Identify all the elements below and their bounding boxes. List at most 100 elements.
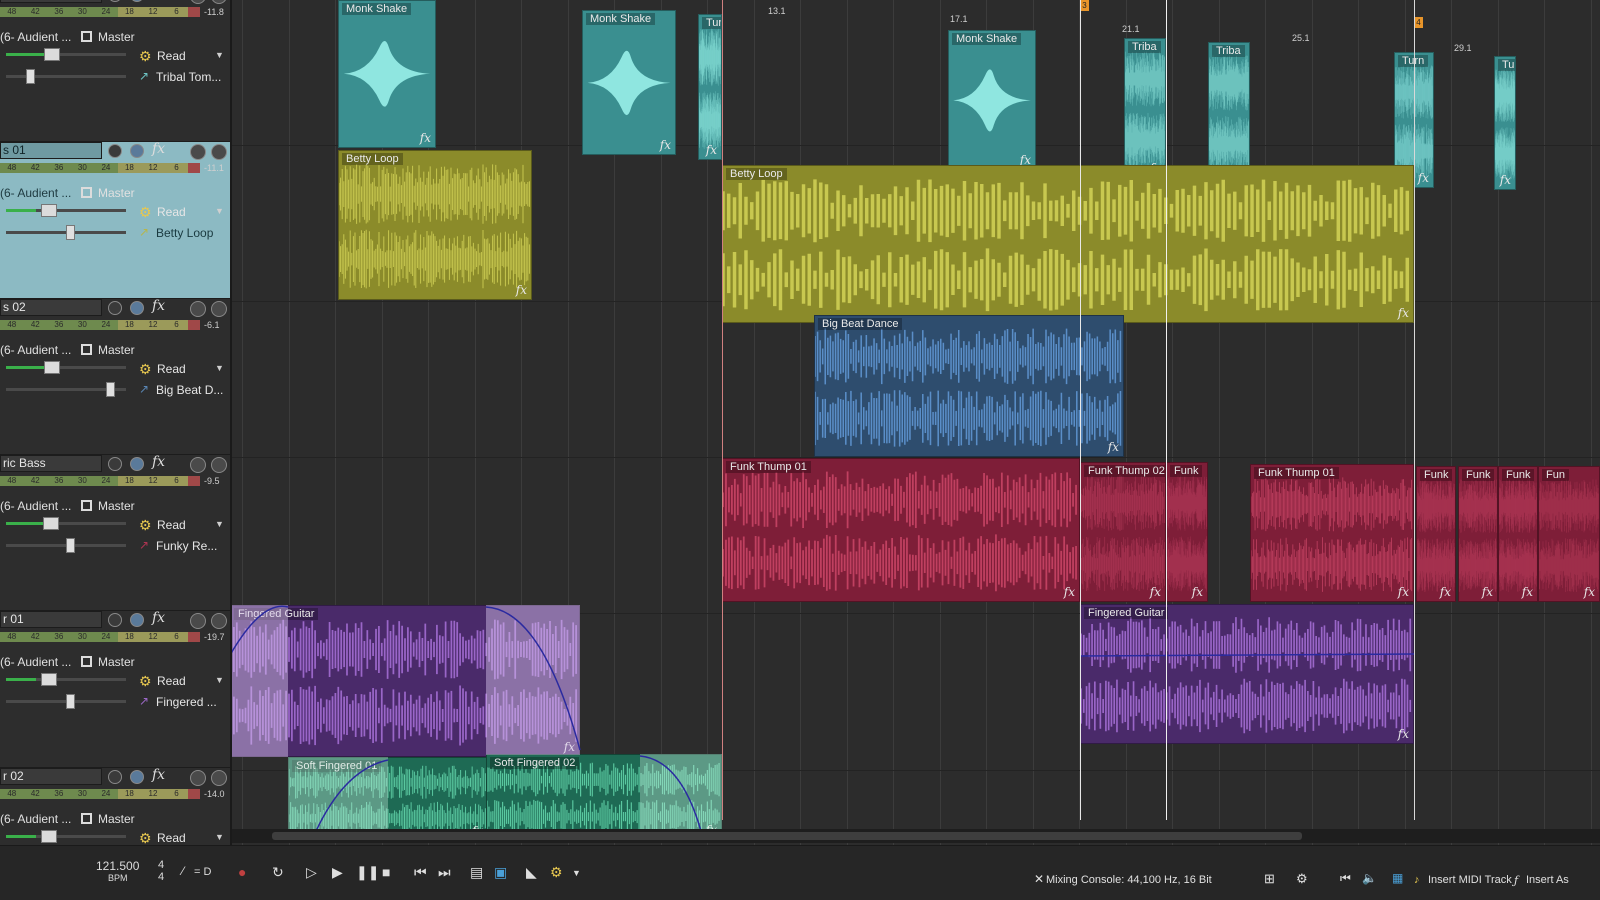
track-fx-icon[interactable]: fx bbox=[152, 141, 165, 157]
mute-icon[interactable] bbox=[108, 457, 122, 471]
audio-event-funk6[interactable]: Funk fx bbox=[1458, 466, 1498, 602]
volume-knob[interactable] bbox=[44, 48, 60, 61]
automation-mode[interactable]: Read bbox=[157, 362, 186, 376]
audio-event-monk3[interactable]: Monk Shake fx bbox=[948, 30, 1036, 170]
chevron-down-icon[interactable]: ▼ bbox=[572, 868, 581, 878]
solo-icon[interactable] bbox=[130, 770, 144, 784]
pan-slider[interactable] bbox=[6, 382, 126, 397]
output-selector[interactable]: Master bbox=[98, 812, 135, 826]
audio-event-guitar2[interactable]: Fingered Guitar fx bbox=[1080, 604, 1414, 744]
event-fx-icon[interactable]: fx bbox=[1398, 727, 1409, 741]
volume-slider[interactable] bbox=[6, 830, 126, 843]
midi-icon[interactable]: ♪ bbox=[1414, 874, 1420, 886]
event-fx-icon[interactable]: fx bbox=[1108, 440, 1119, 454]
envelope-icon[interactable]: ◣ bbox=[526, 864, 537, 881]
input-selector[interactable]: (6- Audient ... bbox=[0, 343, 71, 357]
event-fx-icon[interactable]: fx bbox=[1192, 585, 1203, 599]
audio-event-funk7[interactable]: Funk fx bbox=[1498, 466, 1538, 602]
event-fx-icon[interactable]: fx bbox=[660, 138, 671, 152]
arm-icon[interactable] bbox=[211, 613, 227, 629]
arm-icon[interactable] bbox=[211, 301, 227, 317]
time-signature[interactable]: 44 bbox=[158, 859, 164, 883]
event-fx-icon[interactable]: fx bbox=[1500, 173, 1511, 187]
track-header-3[interactable]: s 02 fx 48 42 36 30 24 18 12 6 -6.1 (6- Audient… bbox=[0, 298, 230, 455]
event-fx-icon[interactable]: fx bbox=[1584, 585, 1595, 599]
play-icon[interactable]: ▶ bbox=[332, 864, 343, 881]
chevron-down-icon[interactable]: ▼ bbox=[215, 50, 224, 60]
volume-slider[interactable] bbox=[6, 361, 126, 374]
volume-knob[interactable] bbox=[43, 517, 59, 530]
chevron-down-icon[interactable]: ▼ bbox=[215, 832, 224, 842]
track-header-5[interactable]: r 01 fx 48 42 36 30 24 18 12 6 -19.7 (6- Audien… bbox=[0, 610, 230, 768]
automation-gear-icon[interactable]: ⚙ bbox=[139, 517, 152, 534]
playhead-cursor[interactable] bbox=[1414, 0, 1415, 820]
event-fx-icon[interactable]: fx bbox=[1398, 585, 1409, 599]
event-fx-icon[interactable]: fx bbox=[1064, 585, 1075, 599]
event-fx-icon[interactable]: fx bbox=[706, 143, 717, 157]
audio-event-tur1[interactable]: Tur fx bbox=[698, 14, 722, 160]
mute-icon[interactable] bbox=[108, 613, 122, 627]
pan-slider[interactable] bbox=[6, 694, 126, 709]
automation-icon[interactable] bbox=[190, 301, 206, 317]
automation-icon[interactable] bbox=[190, 0, 206, 4]
track-name-field[interactable]: ric Bass bbox=[0, 455, 102, 472]
audio-event-funk3[interactable]: Funk fx bbox=[1166, 462, 1208, 602]
playhead-cursor[interactable] bbox=[1080, 0, 1081, 820]
automation-mode[interactable]: Read bbox=[157, 674, 186, 688]
track-name-field[interactable]: s 01 bbox=[0, 142, 102, 159]
output-selector[interactable]: Master bbox=[98, 186, 135, 200]
pan-slider[interactable] bbox=[6, 225, 126, 240]
automation-icon[interactable] bbox=[190, 613, 206, 629]
play-from-start-icon[interactable]: ▷ bbox=[306, 864, 317, 881]
volume-knob[interactable] bbox=[41, 830, 57, 843]
arm-icon[interactable] bbox=[211, 770, 227, 786]
track-name-field[interactable]: r 02 bbox=[0, 768, 102, 785]
gear-icon[interactable]: ⚙ bbox=[1296, 871, 1308, 887]
input-selector[interactable]: (6- Audient ... bbox=[0, 499, 71, 513]
metronome-icon[interactable]: ▤ bbox=[470, 864, 483, 881]
arm-icon[interactable] bbox=[211, 0, 227, 4]
event-fx-icon[interactable]: fx bbox=[1150, 585, 1161, 599]
track-name-field[interactable]: r 01 bbox=[0, 611, 102, 628]
pan-slider[interactable] bbox=[6, 538, 126, 553]
volume-slider[interactable] bbox=[6, 204, 126, 217]
track-fx-icon[interactable]: fx bbox=[152, 298, 165, 314]
event-fx-icon[interactable]: fx bbox=[564, 740, 575, 754]
chevron-down-icon[interactable]: ▼ bbox=[215, 206, 224, 216]
automation-gear-icon[interactable]: ⚙ bbox=[139, 673, 152, 690]
volume-slider[interactable] bbox=[6, 48, 126, 61]
arm-icon[interactable] bbox=[211, 457, 227, 473]
automation-icon[interactable] bbox=[190, 457, 206, 473]
audio-event-betty2[interactable]: Betty Loop fx bbox=[722, 165, 1414, 323]
event-fx-icon[interactable]: fx bbox=[420, 131, 431, 145]
solo-icon[interactable] bbox=[130, 301, 144, 315]
skip-icon[interactable]: ⏮ bbox=[1340, 871, 1351, 886]
marker-flag[interactable]: 4 bbox=[1414, 17, 1423, 28]
track-fx-icon[interactable]: fx bbox=[152, 454, 165, 470]
automation-gear-icon[interactable]: ⚙ bbox=[139, 48, 152, 65]
grid-icon[interactable]: ⊞ bbox=[1264, 871, 1275, 887]
audio-track-icon[interactable]: ƒ bbox=[1514, 874, 1518, 887]
audio-event-tribal1[interactable]: Tribafx bbox=[1124, 38, 1166, 178]
volume-knob[interactable] bbox=[41, 673, 57, 686]
pause-icon[interactable]: ❚❚ bbox=[356, 864, 379, 881]
track-fx-icon[interactable]: fx bbox=[152, 0, 165, 1]
loop-icon[interactable]: ↻ bbox=[272, 864, 284, 881]
track-fx-icon[interactable]: fx bbox=[152, 610, 165, 626]
tempo-display[interactable]: 121.500 BPM bbox=[96, 860, 139, 884]
audio-event-funk2[interactable]: Funk Thump 02 fx bbox=[1080, 462, 1166, 602]
audio-event-guitar1[interactable]: Fingered Guitar fx bbox=[232, 605, 580, 757]
event-fx-icon[interactable]: fx bbox=[1398, 306, 1409, 320]
chevron-down-icon[interactable]: ▼ bbox=[215, 675, 224, 685]
mute-icon[interactable] bbox=[108, 144, 122, 158]
volume-knob[interactable] bbox=[44, 361, 60, 374]
timeline-area[interactable]: 13.1 17.1 21.1 25.1 29.1 3 4 Monk Shake fx Monk S… bbox=[232, 0, 1600, 845]
audio-event-monk2[interactable]: Monk Shake fx bbox=[582, 10, 676, 155]
input-selector[interactable]: (6- Audient ... bbox=[0, 812, 71, 826]
automation-gear-icon[interactable]: ⚙ bbox=[139, 361, 152, 378]
solo-icon[interactable] bbox=[130, 144, 144, 158]
selection-icon[interactable]: ▣ bbox=[494, 864, 507, 881]
event-fx-icon[interactable]: fx bbox=[1522, 585, 1533, 599]
track-name-field[interactable]: s 02 bbox=[0, 299, 102, 316]
close-icon[interactable]: ✕ bbox=[1034, 872, 1044, 886]
